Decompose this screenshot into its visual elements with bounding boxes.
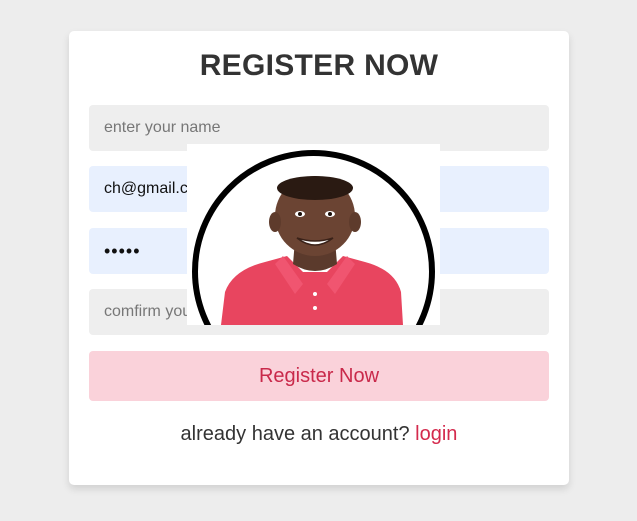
profile-photo-popup <box>187 144 440 325</box>
profile-photo <box>221 176 403 325</box>
page-title: REGISTER NOW <box>199 49 439 82</box>
register-button[interactable]: Register Now <box>89 351 549 401</box>
login-prompt-text: already have an account? <box>180 423 410 445</box>
login-prompt: already have an account? login <box>69 423 569 446</box>
login-link[interactable]: login <box>415 423 457 445</box>
